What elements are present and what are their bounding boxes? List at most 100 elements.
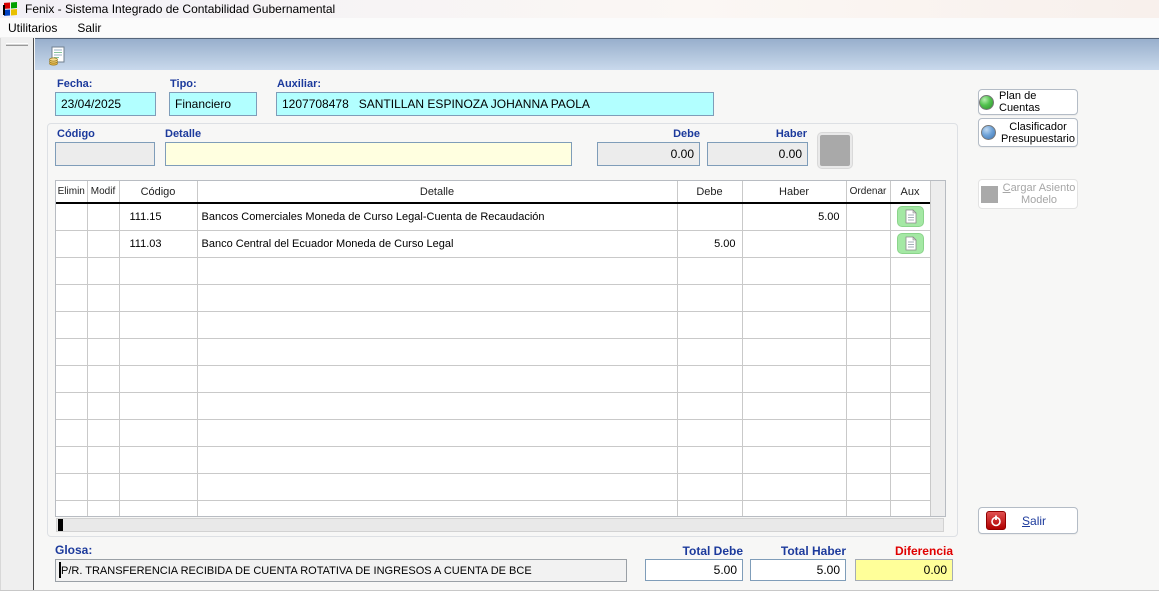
cell-debe: 5.00 bbox=[677, 230, 742, 257]
grid-empty-row bbox=[56, 473, 930, 500]
power-icon bbox=[986, 511, 1006, 530]
grid-empty-body bbox=[56, 257, 930, 517]
aux-row-button[interactable] bbox=[897, 233, 924, 254]
grid-empty-row bbox=[56, 257, 930, 284]
grid-empty-row bbox=[56, 365, 930, 392]
grid-horizontal-scrollbar[interactable] bbox=[56, 518, 944, 532]
clasificador-label: Clasificador Presupuestario bbox=[1001, 121, 1075, 145]
title-bar: Fenix - Sistema Integrado de Contabilida… bbox=[0, 0, 1159, 18]
menu-utilitarios[interactable]: Utilitarios bbox=[8, 21, 57, 35]
grid-empty-row bbox=[56, 392, 930, 419]
gray-square-icon bbox=[981, 186, 998, 203]
cell-codigo: 111.15 bbox=[119, 203, 197, 230]
col-header-modif: Modif bbox=[87, 181, 119, 203]
tipo-label: Tipo: bbox=[170, 78, 197, 90]
col-header-elimin: Elimin bbox=[56, 181, 87, 203]
blue-sphere-icon bbox=[981, 125, 996, 140]
cargar-line2: Modelo bbox=[1021, 194, 1057, 206]
fecha-input[interactable] bbox=[55, 92, 156, 116]
tipo-input[interactable] bbox=[169, 92, 257, 116]
cell-haber: 5.00 bbox=[742, 203, 846, 230]
diferencia-label: Diferencia bbox=[855, 544, 953, 558]
codigo-label: Código bbox=[57, 128, 95, 140]
menu-salir[interactable]: Salir bbox=[77, 21, 101, 35]
new-entry-button[interactable] bbox=[44, 43, 70, 68]
window-title: Fenix - Sistema Integrado de Contabilida… bbox=[25, 2, 335, 16]
grid-empty-row bbox=[56, 338, 930, 365]
cargar-underline: C bbox=[1003, 182, 1011, 194]
cell-modif[interactable] bbox=[87, 203, 119, 230]
col-header-aux: Aux bbox=[890, 181, 930, 203]
total-haber-label: Total Haber bbox=[750, 544, 846, 558]
plan-de-cuentas-button[interactable]: Plan de Cuentas bbox=[978, 89, 1078, 115]
cell-ordenar[interactable] bbox=[846, 203, 890, 230]
app-icon bbox=[3, 2, 19, 17]
fecha-label: Fecha: bbox=[57, 78, 92, 90]
aux-row-button[interactable] bbox=[897, 206, 924, 227]
debe-input[interactable] bbox=[597, 142, 700, 166]
cell-elimin[interactable] bbox=[56, 203, 87, 230]
col-header-codigo: Código bbox=[119, 181, 197, 203]
detalle-input[interactable] bbox=[165, 142, 572, 166]
app-window: Fenix - Sistema Integrado de Contabilida… bbox=[0, 0, 1159, 591]
cargar-asiento-label: Cargar Asiento Modelo bbox=[1003, 182, 1076, 206]
col-header-detalle: Detalle bbox=[197, 181, 677, 203]
side-collapsed-panel bbox=[0, 38, 34, 591]
grid-empty-row bbox=[56, 311, 930, 338]
salir-underline: S bbox=[1022, 514, 1030, 528]
document-icon bbox=[904, 236, 917, 251]
cell-detalle: Bancos Comerciales Moneda de Curso Legal… bbox=[197, 203, 677, 230]
detalle-label: Detalle bbox=[165, 128, 201, 140]
panel-grip[interactable] bbox=[6, 43, 28, 46]
codigo-input[interactable] bbox=[55, 142, 155, 166]
clasificador-line2: Presupuestario bbox=[1001, 133, 1075, 145]
cargar-asiento-modelo-button[interactable]: Cargar Asiento Modelo bbox=[978, 179, 1078, 209]
clasificador-line1: Clasificador bbox=[1009, 121, 1066, 133]
grid-empty-row bbox=[56, 284, 930, 311]
cell-modif[interactable] bbox=[87, 230, 119, 257]
journal-entry-icon bbox=[48, 46, 67, 66]
total-debe-input[interactable] bbox=[645, 559, 743, 581]
cargar-rest: argar Asiento bbox=[1011, 182, 1076, 194]
grid-vertical-scrollbar[interactable] bbox=[930, 181, 945, 516]
clasificador-presupuestario-button[interactable]: Clasificador Presupuestario bbox=[978, 118, 1078, 147]
grid-row-1: 111.15 Bancos Comerciales Moneda de Curs… bbox=[56, 203, 930, 230]
scrollbar-thumb[interactable] bbox=[58, 519, 63, 531]
grid-header-row: Elimin Modif Código Detalle Debe Haber O… bbox=[56, 181, 930, 203]
salir-label: Salir bbox=[1022, 514, 1046, 528]
col-header-ordenar: Ordenar bbox=[846, 181, 890, 203]
col-header-debe: Debe bbox=[677, 181, 742, 203]
add-row-button[interactable] bbox=[818, 133, 852, 168]
grid-empty-row bbox=[56, 446, 930, 473]
auxiliar-input[interactable] bbox=[276, 92, 714, 116]
debe-label: Debe bbox=[650, 128, 700, 140]
cell-haber bbox=[742, 230, 846, 257]
auxiliar-label: Auxiliar: bbox=[277, 78, 321, 90]
glosa-input[interactable] bbox=[55, 559, 627, 582]
haber-label: Haber bbox=[757, 128, 807, 140]
total-haber-input[interactable] bbox=[750, 559, 846, 581]
haber-input[interactable] bbox=[707, 142, 808, 166]
glosa-label: Glosa: bbox=[55, 543, 92, 557]
toolbar bbox=[35, 38, 1159, 70]
plan-de-cuentas-label: Plan de Cuentas bbox=[999, 90, 1077, 114]
col-header-haber: Haber bbox=[742, 181, 846, 203]
total-debe-label: Total Debe bbox=[645, 544, 743, 558]
diferencia-input[interactable] bbox=[855, 559, 953, 581]
green-sphere-icon bbox=[979, 95, 994, 110]
text-caret bbox=[59, 562, 61, 578]
cell-debe bbox=[677, 203, 742, 230]
entries-grid: Elimin Modif Código Detalle Debe Haber O… bbox=[55, 180, 946, 517]
grid-empty-row bbox=[56, 419, 930, 446]
cell-codigo: 111.03 bbox=[119, 230, 197, 257]
document-icon bbox=[904, 209, 917, 224]
menu-bar: Utilitarios Salir bbox=[0, 18, 1159, 38]
grid-body: 111.15 Bancos Comerciales Moneda de Curs… bbox=[56, 203, 930, 257]
cell-detalle: Banco Central del Ecuador Moneda de Curs… bbox=[197, 230, 677, 257]
cell-ordenar[interactable] bbox=[846, 230, 890, 257]
grid-row-2: 111.03 Banco Central del Ecuador Moneda … bbox=[56, 230, 930, 257]
salir-rest: alir bbox=[1030, 514, 1046, 528]
grid-empty-row bbox=[56, 500, 930, 517]
cell-elimin[interactable] bbox=[56, 230, 87, 257]
salir-button[interactable]: Salir bbox=[978, 507, 1078, 534]
